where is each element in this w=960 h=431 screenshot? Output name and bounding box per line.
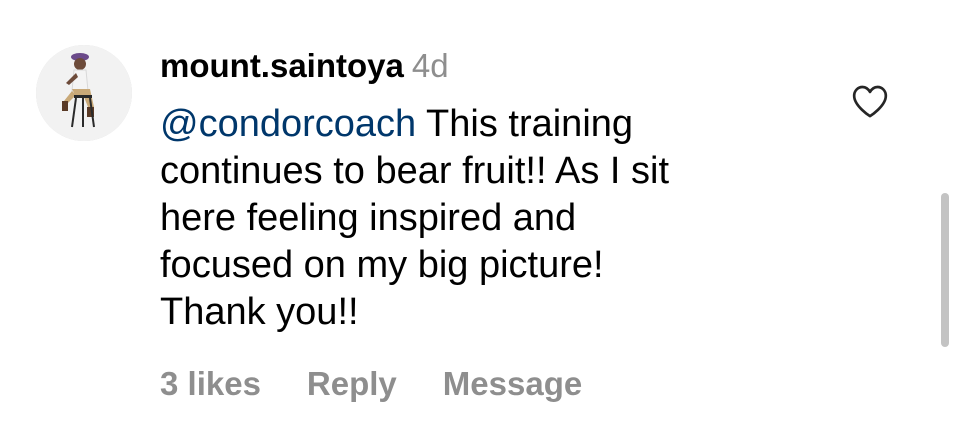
comment-avatar[interactable] bbox=[36, 45, 132, 141]
comment-body: @condorcoach This training continues to … bbox=[160, 101, 820, 336]
comment-text-line-1: This training bbox=[426, 103, 634, 145]
comment-text-line-3: here feeling inspired and bbox=[160, 197, 577, 239]
message-button[interactable]: Message bbox=[443, 365, 582, 402]
comment-text-line-2: continues to bear fruit!! As I sit bbox=[160, 150, 670, 192]
comment-header: mount.saintoya 4d bbox=[160, 44, 449, 88]
comment-line-1: @condorcoach This training bbox=[160, 101, 820, 148]
avatar-person-image bbox=[36, 45, 132, 141]
likes-count-button[interactable]: 3 likes bbox=[160, 365, 261, 402]
comment-text-line-4: focused on my big picture! bbox=[160, 244, 604, 286]
reply-button[interactable]: Reply bbox=[307, 365, 397, 402]
heart-icon[interactable] bbox=[850, 82, 890, 122]
mention-link[interactable]: @condorcoach bbox=[160, 103, 416, 145]
scrollbar-thumb[interactable] bbox=[941, 193, 949, 347]
comment-username[interactable]: mount.saintoya bbox=[160, 47, 404, 84]
comment-text-line-5: Thank you!! bbox=[160, 291, 359, 333]
comment-timestamp: 4d bbox=[411, 47, 449, 84]
comment-actions: 3 likes Reply Message bbox=[160, 362, 628, 406]
